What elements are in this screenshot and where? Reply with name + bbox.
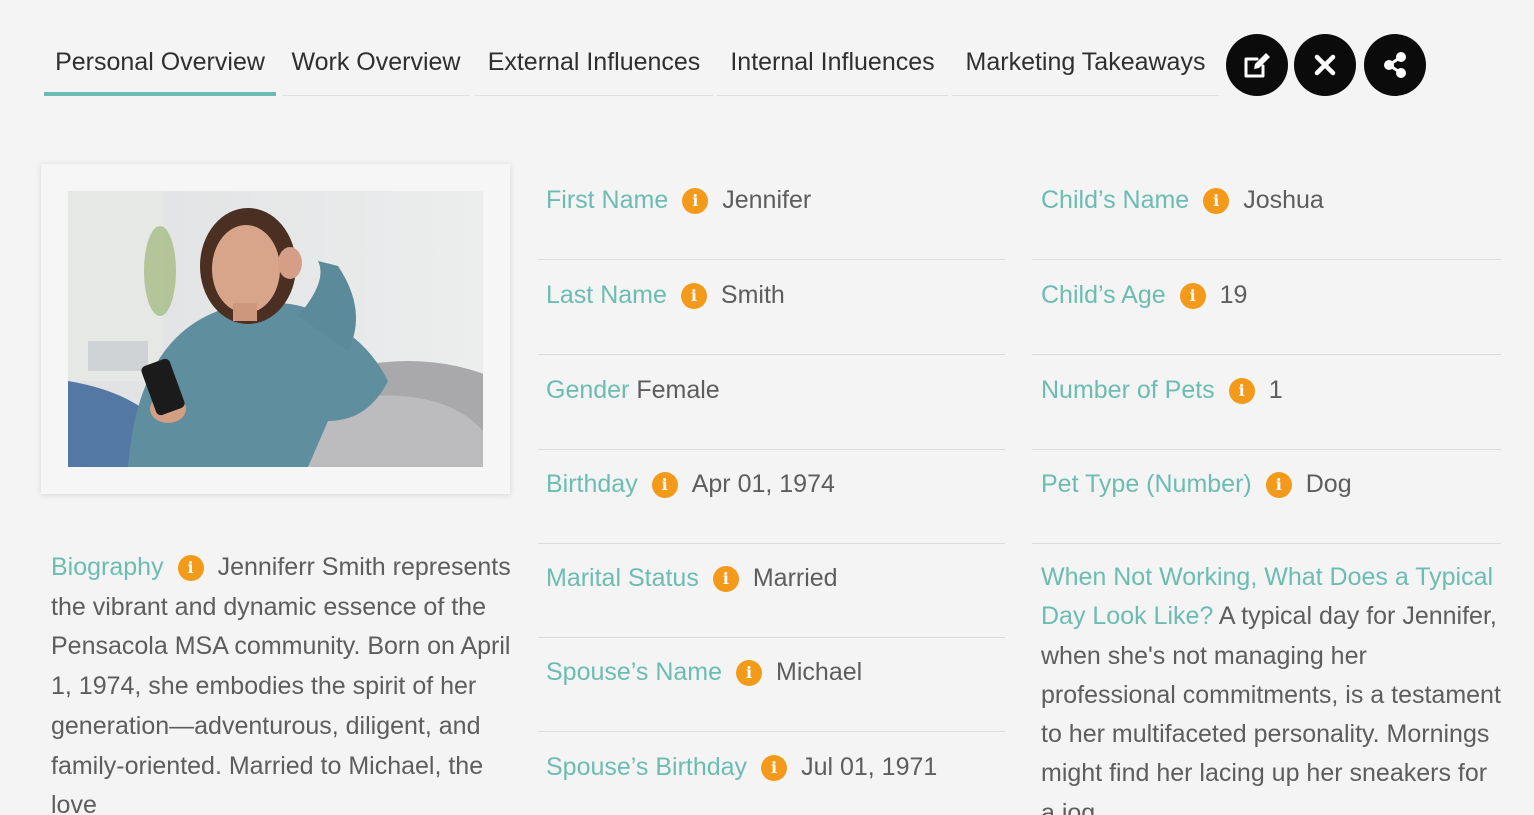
profile-photo-card xyxy=(41,164,510,494)
info-icon[interactable]: i xyxy=(1203,188,1230,214)
info-icon[interactable]: i xyxy=(682,188,709,214)
info-icon[interactable]: i xyxy=(1179,283,1206,309)
field-label: Last Name xyxy=(546,281,667,309)
persona-page: Personal Overview Work Overview External… xyxy=(0,0,1534,815)
field-label: Gender xyxy=(546,376,630,404)
field-value: Female xyxy=(636,376,720,404)
profile-photo xyxy=(68,191,483,467)
field-label: Spouse’s Name xyxy=(546,658,723,686)
edit-button[interactable] xyxy=(1226,34,1288,96)
info-icon[interactable]: i xyxy=(177,555,204,581)
field-label: First Name xyxy=(546,186,669,214)
field-child-name: Child’s Name i Joshua xyxy=(1032,165,1501,260)
tab-internal-influences[interactable]: Internal Influences xyxy=(717,30,948,96)
field-label: Marital Status xyxy=(546,564,699,592)
typical-day: When Not Working, What Does a Typical Da… xyxy=(1041,558,1506,815)
field-value: 19 xyxy=(1219,281,1248,309)
biography-label: Biography xyxy=(51,553,164,581)
field-value: 1 xyxy=(1268,376,1283,404)
share-button[interactable] xyxy=(1364,34,1426,96)
field-value: Married xyxy=(752,564,838,592)
close-icon xyxy=(1314,54,1336,76)
field-label: Child’s Name xyxy=(1041,186,1190,214)
field-value: Jul 01, 1971 xyxy=(801,753,938,781)
field-value: Dog xyxy=(1305,470,1352,498)
field-first-name: First Name i Jennifer xyxy=(538,165,1005,260)
typical-day-text: A typical day for Jennifer, when she's n… xyxy=(1041,602,1501,815)
info-icon[interactable]: i xyxy=(712,566,739,592)
info-icon[interactable]: i xyxy=(1265,472,1292,498)
info-icon[interactable]: i xyxy=(680,283,707,309)
info-icon[interactable]: i xyxy=(651,472,678,498)
field-value: Apr 01, 1974 xyxy=(691,470,835,498)
tab-personal-overview[interactable]: Personal Overview xyxy=(44,30,276,96)
field-value: Michael xyxy=(776,658,863,686)
field-label: Spouse’s Birthday xyxy=(546,753,748,781)
biography-text: Jenniferr Smith represents the vibrant a… xyxy=(51,553,511,815)
info-icon[interactable]: i xyxy=(1228,378,1255,404)
field-label: Birthday xyxy=(546,470,638,498)
tab-external-influences[interactable]: External Influences xyxy=(475,30,713,96)
field-label: Pet Type (Number) xyxy=(1041,470,1252,498)
field-value: Jennifer xyxy=(722,186,812,214)
edit-icon xyxy=(1244,53,1270,78)
field-birthday: Birthday i Apr 01, 1974 xyxy=(538,449,1005,544)
field-gender: Gender Female xyxy=(538,355,1005,450)
field-child-age: Child’s Age i 19 xyxy=(1032,260,1501,355)
field-spouse-name: Spouse’s Name i Michael xyxy=(538,637,1005,732)
biography: Biography i Jenniferr Smith represents the… xyxy=(51,548,511,815)
field-value: Joshua xyxy=(1243,186,1324,214)
close-button[interactable] xyxy=(1294,34,1356,96)
field-label: Child’s Age xyxy=(1041,281,1166,309)
field-last-name: Last Name i Smith xyxy=(538,260,1005,355)
field-pet-type: Pet Type (Number) i Dog xyxy=(1032,449,1501,544)
tab-marketing-takeaways[interactable]: Marketing Takeaways xyxy=(952,30,1219,96)
info-icon[interactable]: i xyxy=(761,755,788,781)
tab-work-overview[interactable]: Work Overview xyxy=(282,30,470,96)
field-spouse-birthday: Spouse’s Birthday i Jul 01, 1971 xyxy=(538,732,1005,815)
share-icon xyxy=(1384,52,1406,78)
field-number-of-pets: Number of Pets i 1 xyxy=(1032,355,1501,450)
field-marital-status: Marital Status i Married xyxy=(538,543,1005,638)
info-icon[interactable]: i xyxy=(736,660,763,686)
field-value: Smith xyxy=(720,281,785,309)
field-label: Number of Pets xyxy=(1041,376,1215,404)
